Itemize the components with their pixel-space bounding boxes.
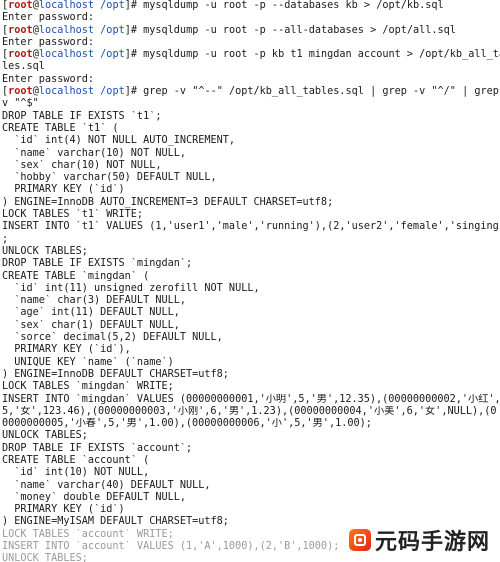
sql-line: DROP TABLE IF EXISTS `account`; xyxy=(2,442,193,454)
sql-line: LOCK TABLES `t1` WRITE; xyxy=(2,209,144,221)
sql-line: `name` char(3) DEFAULT NULL, xyxy=(2,295,187,307)
terminal-window[interactable]: [root@localhost /opt]# mysqldump -u root… xyxy=(0,0,500,562)
sql-line: UNLOCK TABLES; xyxy=(2,430,88,442)
sql-line: PRIMARY KEY (`id`), xyxy=(2,344,131,356)
command-line: [root@localhost /opt]# mysqldump -u root… xyxy=(2,25,500,37)
sql-line: CREATE TABLE `mingdan` ( xyxy=(2,270,150,282)
sql-line: `sorce` decimal(5,2) DEFAULT NULL, xyxy=(2,332,223,344)
prompt-path: /opt xyxy=(100,0,125,11)
prompt-path: /opt xyxy=(100,49,125,61)
sql-line: PRIMARY KEY (`id`) xyxy=(2,504,125,516)
command-line: [root@localhost /opt]# mysqldump -u root… xyxy=(2,0,500,12)
command-line: [root@localhost /opt]# grep -v "^--" /op… xyxy=(2,86,500,98)
password-prompt: Enter password: xyxy=(2,36,95,48)
command-text: grep -v "^--" /opt/kb_all_tables.sql | g… xyxy=(137,86,500,98)
sql-line: `name` varchar(10) NOT NULL, xyxy=(2,147,187,159)
sql-line: `hobby` varchar(50) DEFAULT NULL, xyxy=(2,172,217,184)
sql-line: UNIQUE KEY `name` (`name`) xyxy=(2,356,174,368)
sql-line: DROP TABLE IF EXISTS `mingdan`; xyxy=(2,258,193,270)
terminal-output: [root@localhost /opt]# mysqldump -u root… xyxy=(0,0,500,562)
sql-line: ) ENGINE=InnoDB DEFAULT CHARSET=utf8; xyxy=(2,368,229,380)
prompt-host: localhost xyxy=(38,86,95,98)
prompt-user: root xyxy=(8,49,33,61)
sql-line: `sex` char(10) NOT NULL, xyxy=(2,159,162,171)
prompt-user: root xyxy=(8,24,33,36)
prompt-user: root xyxy=(8,86,33,98)
prompt-path: /opt xyxy=(100,86,125,98)
password-prompt: Enter password: xyxy=(2,12,95,24)
password-prompt: Enter password: xyxy=(2,73,95,85)
watermark-text: 元码手游网 xyxy=(374,530,490,555)
sql-line: `sex` char(1) DEFAULT NULL, xyxy=(2,319,180,331)
sql-line: 0000000005,'小春',5,'男',1.00),(00000000006… xyxy=(2,418,372,430)
sql-line: PRIMARY KEY (`id`) xyxy=(2,184,125,196)
command-wrap: les.sql xyxy=(2,61,45,73)
sql-line: ; xyxy=(2,233,9,245)
sql-line: LOCK TABLES `mingdan` WRITE; xyxy=(2,381,174,393)
sql-line: `money` double DEFAULT NULL, xyxy=(2,491,187,503)
sql-line: `age` int(11) DEFAULT NULL, xyxy=(2,307,180,319)
prompt-user: root xyxy=(8,0,33,11)
sql-line: 5,'女',123.46),(00000000003,'小刚',6,'男',1.… xyxy=(2,405,497,417)
sql-line: UNLOCK TABLES; xyxy=(2,245,88,257)
prompt-host: localhost xyxy=(38,24,95,36)
command-text: mysqldump -u root -p --databases kb > /o… xyxy=(137,0,444,11)
sql-line: `id` int(10) NOT NULL, xyxy=(2,467,150,479)
prompt-host: localhost xyxy=(38,49,95,61)
command-text: mysqldump -u root -p --all-databases > /… xyxy=(137,24,456,36)
watermark-logo-icon xyxy=(348,529,371,551)
sql-line: `id` int(11) unsigned zerofill NOT NULL, xyxy=(2,282,260,294)
sql-line: `id` int(4) NOT NULL AUTO_INCREMENT, xyxy=(2,135,236,147)
sql-line: CREATE TABLE `t1` ( xyxy=(2,122,119,134)
site-watermark: 元码手游网 xyxy=(344,522,494,558)
sql-line: ) ENGINE=InnoDB AUTO_INCREMENT=3 DEFAULT… xyxy=(2,196,334,208)
sql-line: INSERT INTO `t1` VALUES (1,'user1','male… xyxy=(2,221,500,233)
command-wrap: v "^$" xyxy=(2,98,39,110)
command-line: [root@localhost /opt]# mysqldump -u root… xyxy=(2,49,500,61)
sql-line: `name` varchar(40) DEFAULT NULL, xyxy=(2,479,211,491)
sql-line: DROP TABLE IF EXISTS `t1`; xyxy=(2,110,162,122)
prompt-host: localhost xyxy=(38,0,95,11)
command-text: mysqldump -u root -p kb t1 mingdan accou… xyxy=(137,49,500,61)
sql-line: CREATE TABLE `account` ( xyxy=(2,454,150,466)
prompt-path: /opt xyxy=(100,24,125,36)
sql-line: INSERT INTO `mingdan` VALUES (0000000000… xyxy=(2,393,500,405)
